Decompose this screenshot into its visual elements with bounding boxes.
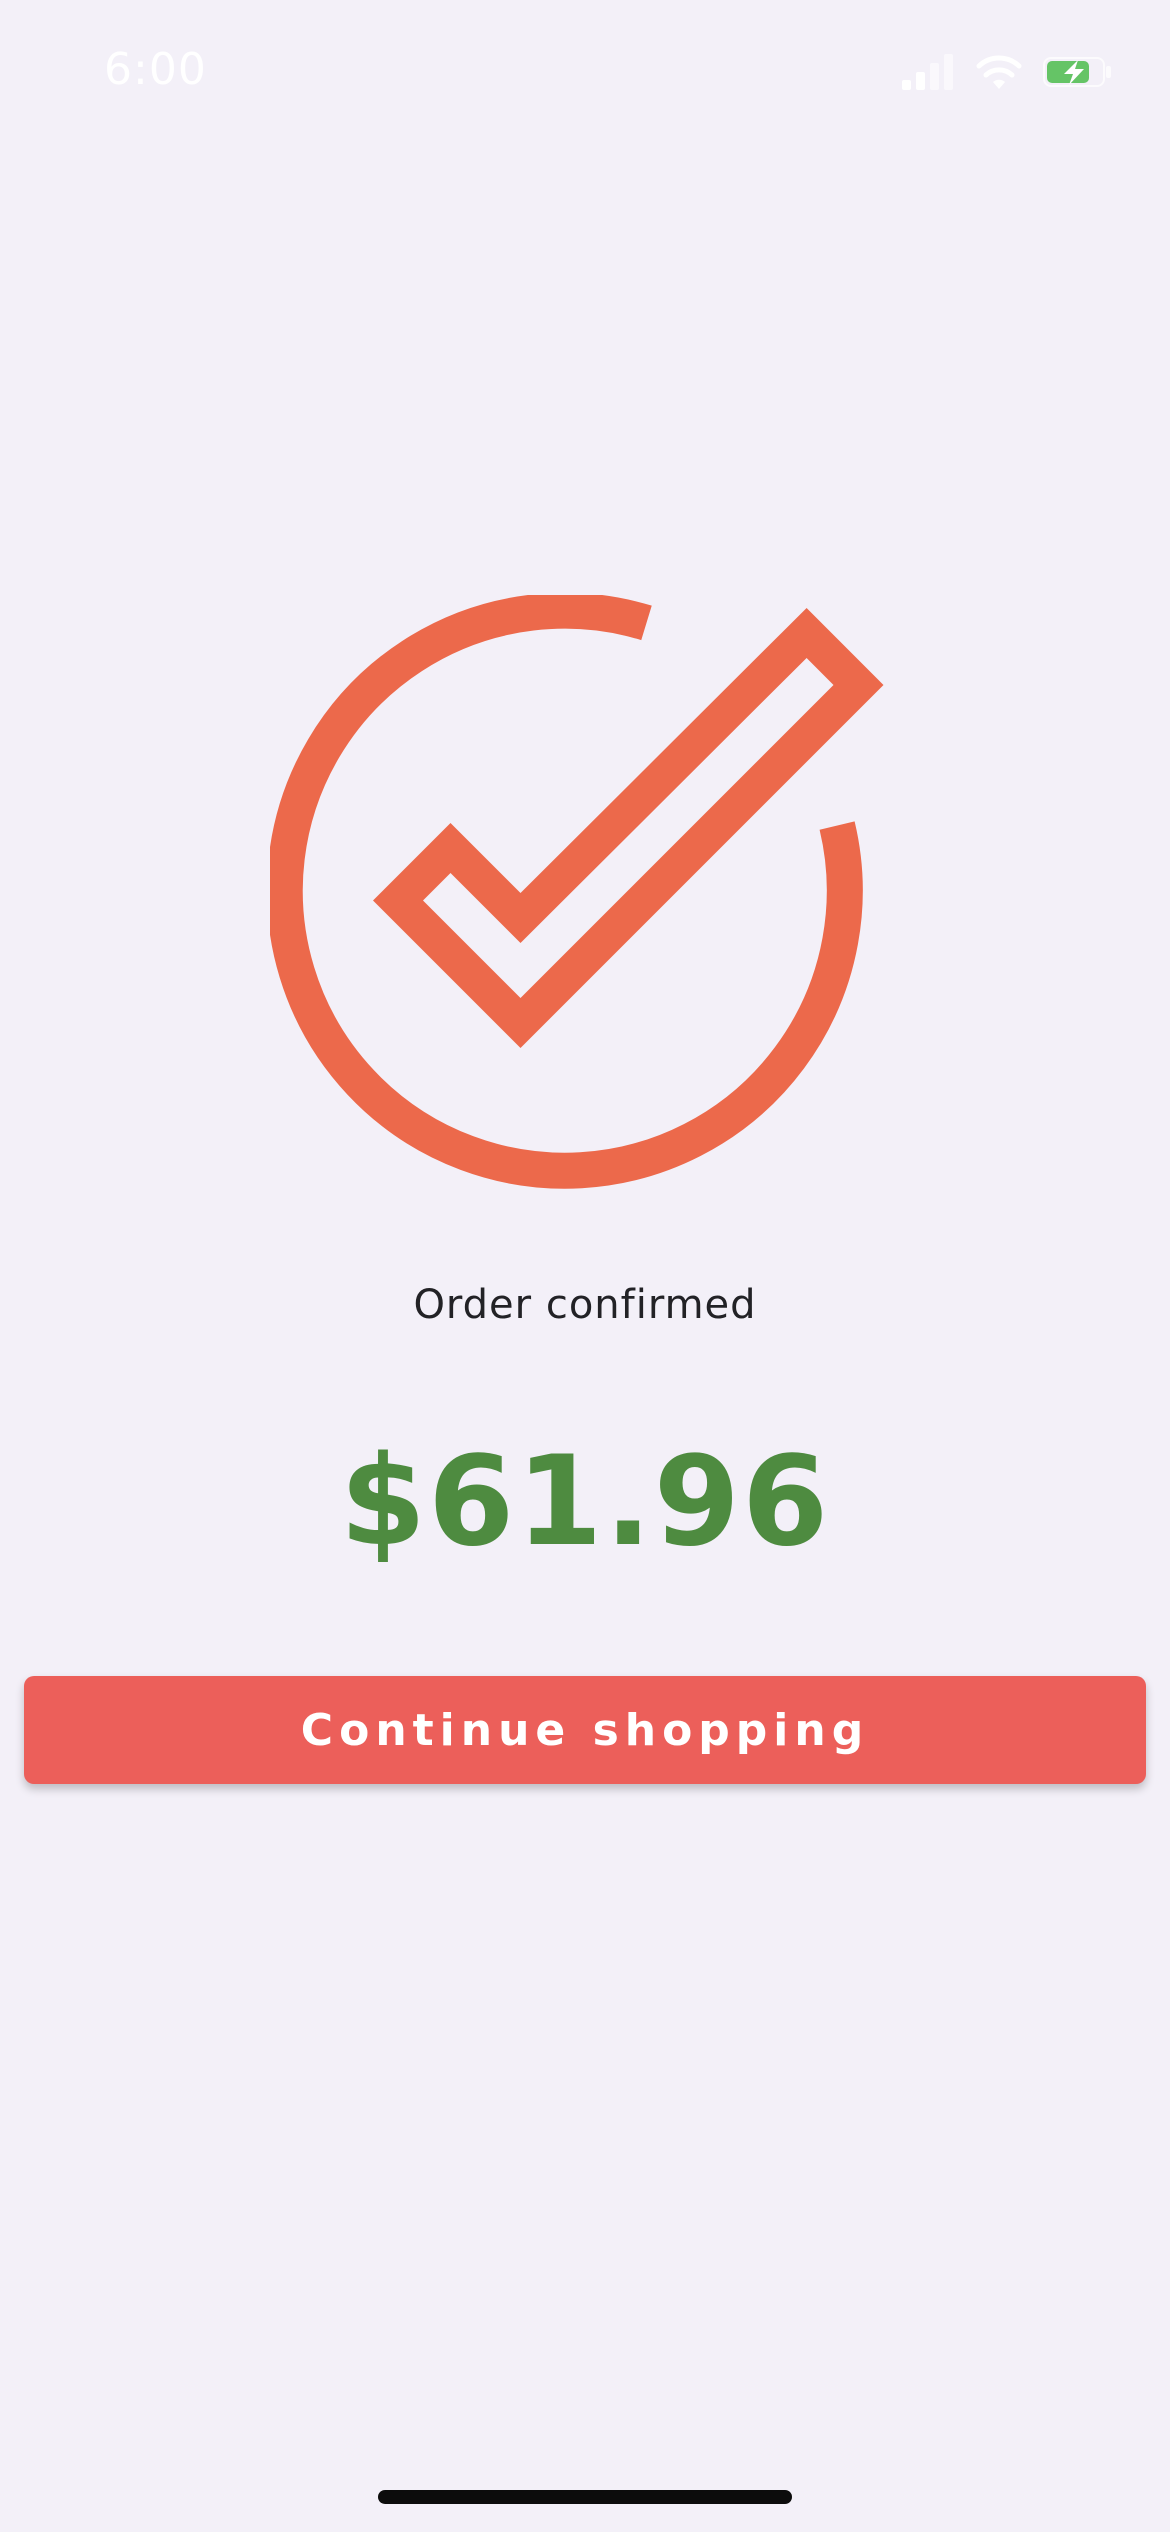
status-time: 6:00 <box>104 44 207 95</box>
status-icons <box>900 52 1120 102</box>
order-total-amount: $61.96 <box>339 1430 831 1574</box>
home-indicator[interactable] <box>378 2490 792 2504</box>
wifi-icon <box>976 55 1022 89</box>
status-bar: 6:00 <box>0 0 1170 150</box>
continue-shopping-button[interactable]: Continue shopping <box>24 1676 1146 1784</box>
continue-shopping-label: Continue shopping <box>300 1704 870 1756</box>
battery-charging-icon <box>1043 57 1111 87</box>
order-confirmed-title: Order confirmed <box>413 1282 757 1328</box>
signal-icon <box>902 54 953 90</box>
check-circle-icon <box>270 595 884 1189</box>
